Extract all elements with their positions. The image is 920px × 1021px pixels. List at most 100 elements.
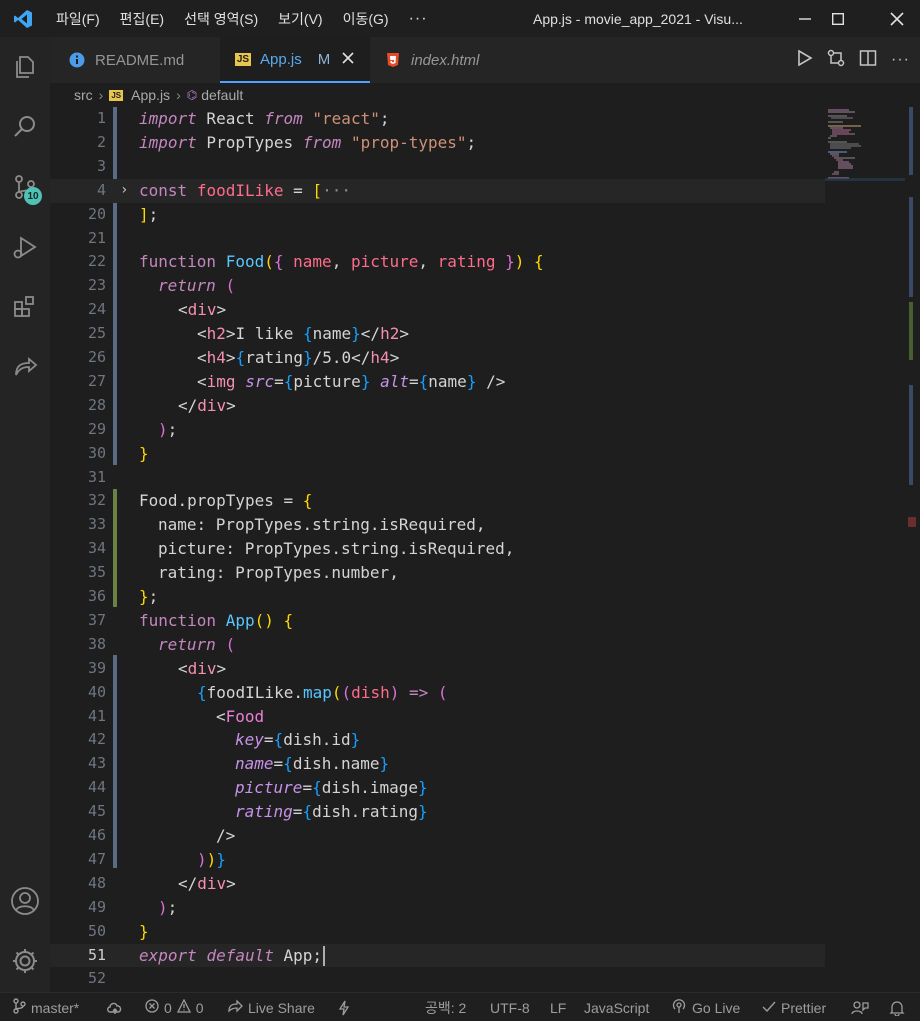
menu-file[interactable]: 파일(F)	[46, 0, 110, 37]
scm-badge: 10	[24, 187, 42, 205]
live-share-icon[interactable]	[0, 343, 50, 391]
encoding-status[interactable]: UTF-8	[490, 993, 530, 1021]
close-window-icon[interactable]	[874, 0, 920, 37]
code-line: 24 <div>	[87, 300, 227, 320]
code-line: 49);	[87, 897, 178, 917]
code-line: 2 import PropTypes from "prop-types";	[96, 132, 477, 152]
modified-indicator: M	[317, 50, 331, 68]
menu-edit[interactable]: 편집(E)	[110, 0, 174, 37]
js-file-icon: JS	[235, 52, 251, 66]
error-icon	[145, 999, 159, 1016]
prettier-status[interactable]: Prettier	[762, 993, 826, 1021]
code-line: 47))}	[87, 849, 226, 869]
window-title: App.js - movie_app_2021 - Visu...	[533, 10, 743, 27]
git-branch-icon	[12, 998, 26, 1017]
code-line: 32 Food.propTypes = {	[87, 491, 313, 511]
code-line: 30}	[87, 443, 149, 463]
tab-index-html[interactable]: index.html	[370, 37, 510, 83]
breadcrumb-file[interactable]: App.js	[131, 87, 170, 103]
split-editor-icon[interactable]	[859, 49, 877, 72]
code-line: 44 picture={dish.image}	[87, 778, 428, 798]
branch-status[interactable]: master*	[12, 993, 79, 1021]
editor-actions: ···	[795, 37, 910, 83]
broadcast-icon	[671, 998, 687, 1017]
code-line: 1 import React from "react";	[96, 109, 390, 128]
editor-tab-bar: README.md JS App.js M index.html ···	[50, 37, 920, 83]
close-tab-icon[interactable]	[342, 51, 354, 68]
code-line: 42 key={dish.id}	[87, 730, 361, 750]
language-status[interactable]: JavaScript	[584, 993, 649, 1021]
fold-chevron-right-icon[interactable]: ›	[120, 179, 128, 203]
code-line-current: 51 export default App;	[50, 943, 825, 968]
code-line: 27 <img src={picture} alt={name} />	[87, 371, 506, 391]
live-share-status[interactable]: Live Share	[227, 993, 315, 1021]
more-menu-icon[interactable]: ···	[399, 10, 438, 28]
search-icon[interactable]	[0, 103, 50, 151]
tab-app-js[interactable]: JS App.js M	[220, 37, 370, 83]
symbol-variable-icon: ⌬	[186, 88, 198, 102]
breadcrumb-folder[interactable]: src	[74, 87, 93, 103]
code-line: 38 return (	[87, 634, 236, 654]
code-line: 3	[96, 156, 106, 175]
code-line: 40 {foodILike.map((dish) => (	[87, 682, 448, 702]
code-editor[interactable]: 1 import React from "react"; 2 import Prop…	[50, 107, 825, 992]
notifications-bell-icon[interactable]	[889, 993, 905, 1021]
js-file-icon: JS	[109, 89, 124, 101]
vscode-logo-icon	[0, 0, 46, 37]
problems-status[interactable]: 0 0	[145, 993, 204, 1021]
code-line: 20];	[87, 204, 159, 224]
code-line: 29);	[87, 419, 178, 439]
minimap[interactable]	[825, 107, 910, 992]
code-line: 31	[87, 467, 106, 486]
vertical-scrollbar[interactable]	[908, 107, 920, 992]
title-bar: 파일(F) 편집(E) 선택 영역(S) 보기(V) 이동(G) ··· App…	[0, 0, 920, 37]
feedback-icon[interactable]	[851, 993, 869, 1021]
warning-icon	[176, 998, 191, 1016]
extensions-icon[interactable]	[0, 283, 50, 331]
run-icon[interactable]	[795, 49, 813, 72]
settings-gear-icon[interactable]	[0, 937, 50, 985]
maximize-icon[interactable]	[815, 0, 861, 37]
more-actions-icon[interactable]: ···	[891, 51, 910, 69]
code-line: 28 </div>	[87, 395, 236, 415]
code-line: 33 name: PropTypes.string.isRequired,	[87, 515, 486, 535]
tab-label: README.md	[95, 51, 185, 69]
chevron-right-icon: ›	[98, 87, 104, 103]
menu-go[interactable]: 이동(G)	[333, 0, 399, 37]
open-changes-icon[interactable]	[827, 49, 845, 72]
tab-label: index.html	[411, 51, 480, 69]
eol-status[interactable]: LF	[550, 993, 566, 1021]
menu-selection[interactable]: 선택 영역(S)	[174, 0, 268, 37]
lightning-icon[interactable]	[338, 993, 350, 1021]
html5-icon	[384, 51, 402, 69]
code-line: 36};	[87, 587, 159, 606]
status-bar: master* 0 0 Live Share 공백: 2 UTF-8 LF Ja…	[0, 992, 920, 1021]
info-icon	[68, 51, 86, 69]
code-line: 25 <h2>I like {name}</h2>	[87, 324, 409, 344]
activity-bar: 10	[0, 37, 50, 992]
code-line: 41 <Food	[87, 706, 265, 726]
code-line: 50}	[87, 921, 149, 941]
menu-view[interactable]: 보기(V)	[268, 0, 332, 37]
code-line: 39 <div>	[87, 658, 227, 678]
breadcrumb-symbol[interactable]: default	[201, 87, 243, 103]
code-line: 37 function App() {	[87, 610, 294, 630]
breadcrumb: src › JS App.js › ⌬ default	[50, 83, 920, 107]
check-icon	[762, 1000, 776, 1016]
code-line: 48 </div>	[87, 873, 236, 893]
text-cursor	[323, 946, 326, 966]
code-line: 43 name={dish.name}	[87, 754, 390, 774]
live-share-icon	[227, 999, 243, 1016]
account-icon[interactable]	[0, 877, 50, 925]
explorer-icon[interactable]	[0, 43, 50, 91]
code-line-folded: 4 › const foodILike = [···	[50, 178, 825, 203]
go-live-button[interactable]: Go Live	[671, 993, 740, 1021]
code-line: 46/>	[87, 826, 236, 845]
indentation-status[interactable]: 공백: 2	[425, 993, 466, 1021]
code-line: 35 rating: PropTypes.number,	[87, 563, 399, 583]
chevron-right-icon: ›	[176, 87, 181, 103]
tab-readme[interactable]: README.md	[50, 37, 220, 83]
sync-icon[interactable]	[106, 993, 124, 1021]
source-control-icon[interactable]: 10	[0, 163, 50, 211]
run-debug-icon[interactable]	[0, 223, 50, 271]
